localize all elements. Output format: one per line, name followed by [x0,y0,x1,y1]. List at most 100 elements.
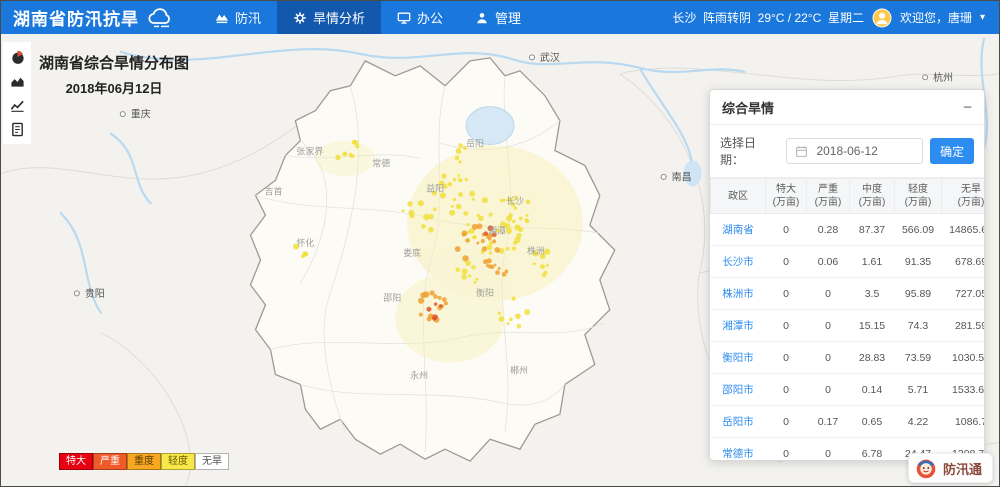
drought-spot [458,160,461,163]
value-cell: 14865.61 [942,214,985,246]
drought-spot [516,233,521,238]
drought-spot [455,267,460,272]
flood-icon [215,11,229,25]
province-label: 娄底 [403,247,421,258]
drought-spot [489,213,493,217]
drought-spot [438,296,442,300]
drought-spot [472,198,475,201]
province-label: 湘潭 [488,225,506,236]
drought-spot [421,224,426,229]
user-avatar[interactable] [872,8,892,28]
confirm-button[interactable]: 确定 [930,138,974,164]
drought-spot [335,155,340,160]
city-marker [529,55,534,60]
drought-spot [433,294,438,299]
legend-item: 严重 [93,453,127,470]
drought-spot [533,262,536,265]
value-cell: 0 [766,374,807,406]
value-cell: 0 [766,246,807,278]
nav-item-drought-analysis[interactable]: 旱情分析 [277,1,381,34]
region-cell[interactable]: 湘潭市 [711,310,766,342]
region-cell[interactable]: 常德市 [711,438,766,461]
table-row: 长沙市00.061.6191.35678.69 [711,246,985,278]
fangxuntong-button[interactable]: 防汛通 [908,453,993,483]
map-area: 张家界常德岳阳益阳长沙湘潭株洲娄底怀化邵阳衡阳永州郴州吉首 武汉重庆杭州南昌贵阳… [1,34,999,486]
nav-label: 旱情分析 [313,8,365,27]
column-header: 政区 [711,179,766,214]
table-row: 湖南省00.2887.37566.0914865.61 [711,214,985,246]
province-label: 怀化 [296,237,314,248]
drought-spot [465,238,469,242]
caret-down-icon[interactable] [980,13,985,23]
region-cell[interactable]: 衡阳市 [711,342,766,374]
drought-spot [457,174,460,177]
drought-spot [440,192,446,198]
drought-spot [489,251,492,254]
drought-spot [439,304,442,307]
value-cell: 0 [766,214,807,246]
drought-spot [526,200,531,205]
region-cell[interactable]: 岳阳市 [711,406,766,438]
brand[interactable]: 湖南省防汛抗旱 [1,5,199,30]
region-cell[interactable]: 长沙市 [711,246,766,278]
nav-label: 防汛 [235,8,261,27]
value-cell: 0 [766,406,807,438]
drought-spot [428,227,434,233]
value-cell: 0 [766,278,807,310]
drought-spot [432,314,438,320]
app-title: 湖南省防汛抗旱 [13,5,139,30]
pie-chart-button[interactable] [5,45,29,69]
value-cell: 6.78 [850,438,895,461]
value-cell: 74.3 [895,310,942,342]
value-cell: 1030.58 [942,342,985,374]
drought-spot [475,278,478,281]
drought-spot [519,216,523,220]
map-title: 湖南省综合旱情分布图 [39,52,189,73]
value-cell: 15.15 [850,310,895,342]
value-cell: 566.09 [895,214,942,246]
drought-spot [540,264,545,269]
collapse-panel-button[interactable] [963,100,972,115]
date-input[interactable]: 2018-06-12 [786,138,923,164]
drought-spot [513,206,517,210]
city-label: 重庆 [131,108,151,121]
nav-item-office[interactable]: 办公 [381,1,459,34]
drought-spot [542,273,547,278]
drought-spot [512,246,516,250]
value-cell: 281.59 [942,310,985,342]
line-chart-button[interactable] [5,93,29,117]
value-cell: 91.35 [895,246,942,278]
region-cell[interactable]: 邵阳市 [711,374,766,406]
drought-spot [487,258,492,263]
drought-spot [449,210,455,216]
area-chart-button[interactable] [5,69,29,93]
drought-spot [473,235,477,239]
calendar-icon [795,145,808,158]
drought-spot [513,241,517,245]
value-cell: 5.71 [895,374,942,406]
left-toolbar [3,42,31,144]
nav-item-flood[interactable]: 防汛 [199,1,277,34]
drought-spot [511,297,515,301]
region-cell[interactable]: 湖南省 [711,214,766,246]
drought-spot [482,197,488,203]
drought-summary-panel: 综合旱情 选择日期： 2018-06-12 确定 政区特大(万亩)严重(万亩)中… [709,89,985,461]
report-button[interactable] [5,117,29,141]
drought-spot [462,230,468,236]
city-marker [923,75,928,80]
nav-label: 办公 [417,8,443,27]
province-label: 吉首 [264,185,282,196]
province-label: 长沙 [506,195,524,206]
legend-item: 无旱 [195,453,229,470]
province-label: 岳阳 [466,138,484,149]
drought-spot [495,270,500,275]
value-cell: 0 [807,438,850,461]
region-cell[interactable]: 株洲市 [711,278,766,310]
drought-spot [453,178,457,182]
welcome-user[interactable]: 欢迎您，唐珊 [900,9,972,26]
drought-table-wrap[interactable]: 政区特大(万亩)严重(万亩)中度(万亩)轻度(万亩)无旱(万亩)湖南省00.28… [710,177,984,460]
drought-spot [492,239,496,243]
nav-item-management[interactable]: 管理 [459,1,537,34]
drought-spot [349,153,353,157]
province-label: 益阳 [426,182,444,193]
